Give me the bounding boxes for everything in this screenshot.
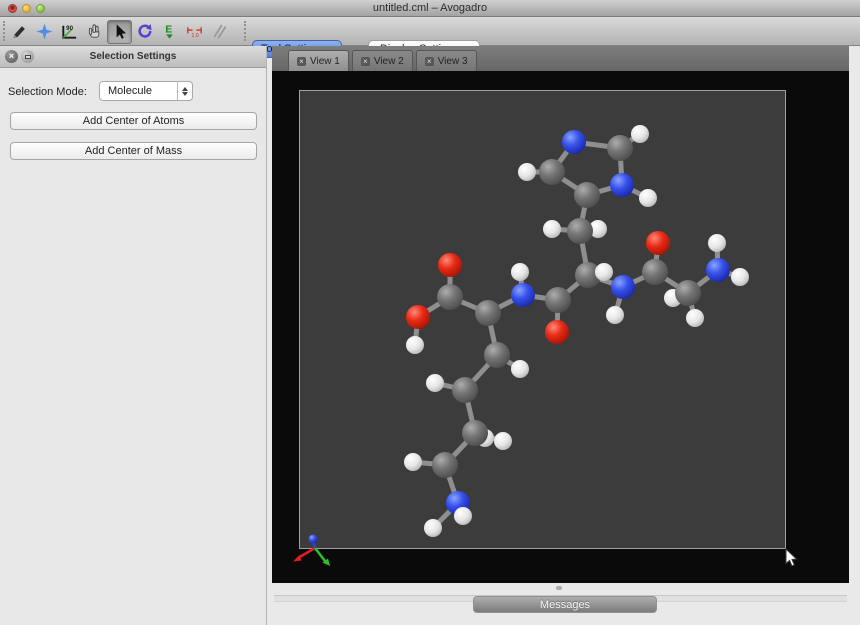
- svg-text:90: 90: [66, 25, 73, 32]
- atom-C[interactable]: [484, 342, 510, 368]
- atom-H[interactable]: [511, 360, 529, 378]
- atom-H[interactable]: [406, 336, 424, 354]
- atom-C[interactable]: [432, 452, 458, 478]
- toolbar-handle: [3, 21, 5, 41]
- atom-H[interactable]: [595, 263, 613, 281]
- atom-C[interactable]: [574, 182, 600, 208]
- draw-tool-icon[interactable]: [7, 20, 32, 44]
- atom-C[interactable]: [567, 218, 593, 244]
- measure-tool-icon[interactable]: 1.0: [182, 20, 207, 44]
- stepper-arrows-icon: [177, 82, 192, 100]
- render-canvas: [272, 71, 849, 583]
- atom-C[interactable]: [452, 377, 478, 403]
- title-bar: untitled.cml – Avogadro: [0, 0, 860, 17]
- atom-C[interactable]: [462, 420, 488, 446]
- svg-text:1.0: 1.0: [191, 33, 198, 39]
- atom-C[interactable]: [539, 159, 565, 185]
- atom-C[interactable]: [437, 284, 463, 310]
- atom-H[interactable]: [606, 306, 624, 324]
- axes-gizmo: [293, 535, 330, 567]
- manipulate-tool-icon[interactable]: [82, 20, 107, 44]
- atom-H[interactable]: [454, 507, 472, 525]
- atom-O[interactable]: [406, 305, 430, 329]
- view-area: × View 1 × View 2 × View 3: [272, 46, 849, 625]
- auto-optimize-tool-icon[interactable]: E: [157, 20, 182, 44]
- atom-O[interactable]: [545, 320, 569, 344]
- tab-label: View 3: [438, 56, 468, 67]
- tab-view-1[interactable]: × View 1: [288, 50, 349, 71]
- atom-N[interactable]: [611, 275, 635, 299]
- atom-H[interactable]: [631, 125, 649, 143]
- selection-mode-dropdown[interactable]: Molecule: [99, 81, 193, 101]
- atom-H[interactable]: [543, 220, 561, 238]
- tool-strip: 90 E 1.0: [7, 19, 232, 44]
- auto-rotate-tool-icon[interactable]: [132, 20, 157, 44]
- atom-O[interactable]: [646, 231, 670, 255]
- svg-text:E: E: [165, 24, 172, 35]
- dock-handle-icon[interactable]: [556, 586, 562, 590]
- atom-H[interactable]: [494, 432, 512, 450]
- atom-C[interactable]: [675, 280, 701, 306]
- molecule-render: [272, 71, 849, 583]
- atom-C[interactable]: [475, 300, 501, 326]
- atom-N[interactable]: [706, 258, 730, 282]
- avogadro-window: untitled.cml – Avogadro 90E1.0 Tool Sett…: [0, 0, 860, 625]
- panel-header: × Selection Settings: [0, 46, 266, 68]
- atom-H[interactable]: [511, 263, 529, 281]
- selection-tool-icon[interactable]: [107, 20, 132, 44]
- align-tool-icon[interactable]: [207, 20, 232, 44]
- atom-H[interactable]: [426, 374, 444, 392]
- window-title: untitled.cml – Avogadro: [0, 2, 860, 14]
- selection-mode-label: Selection Mode:: [8, 86, 87, 98]
- selection-mode-value: Molecule: [108, 85, 152, 97]
- atom-O[interactable]: [438, 253, 462, 277]
- add-center-of-mass-button[interactable]: Add Center of Mass: [10, 142, 257, 160]
- atom-H[interactable]: [518, 163, 536, 181]
- atom-N[interactable]: [562, 130, 586, 154]
- atom-C[interactable]: [545, 287, 571, 313]
- navigate-tool-icon[interactable]: [32, 20, 57, 44]
- atom-H[interactable]: [708, 234, 726, 252]
- atom-C[interactable]: [607, 135, 633, 161]
- atom-N[interactable]: [511, 283, 535, 307]
- atom-H[interactable]: [639, 189, 657, 207]
- right-margin: [849, 46, 860, 625]
- bottom-dock: Messages: [272, 583, 849, 625]
- panel-title: Selection Settings: [0, 46, 266, 68]
- view-tab-bar: × View 1 × View 2 × View 3: [272, 46, 849, 71]
- tab-close-icon[interactable]: ×: [425, 57, 434, 66]
- toolbar-separator: [244, 21, 246, 41]
- atom-H[interactable]: [686, 309, 704, 327]
- tab-view-2[interactable]: × View 2: [352, 50, 413, 71]
- atom-N[interactable]: [610, 173, 634, 197]
- messages-button[interactable]: Messages: [473, 596, 657, 613]
- bond-centric-tool-icon[interactable]: 90: [57, 20, 82, 44]
- mouse-cursor: [786, 549, 797, 566]
- tab-label: View 2: [374, 56, 404, 67]
- tab-view-3[interactable]: × View 3: [416, 50, 477, 71]
- tab-label: View 1: [310, 56, 340, 67]
- tab-close-icon[interactable]: ×: [361, 57, 370, 66]
- toolbar: 90E1.0 Tool Settings... Display Settings…: [0, 17, 860, 46]
- atom-H[interactable]: [404, 453, 422, 471]
- tab-close-icon[interactable]: ×: [297, 57, 306, 66]
- selection-settings-panel: × Selection Settings Selection Mode: Mol…: [0, 46, 267, 625]
- atom-C[interactable]: [642, 259, 668, 285]
- add-center-of-atoms-button[interactable]: Add Center of Atoms: [10, 112, 257, 130]
- atom-H[interactable]: [424, 519, 442, 537]
- atom-H[interactable]: [731, 268, 749, 286]
